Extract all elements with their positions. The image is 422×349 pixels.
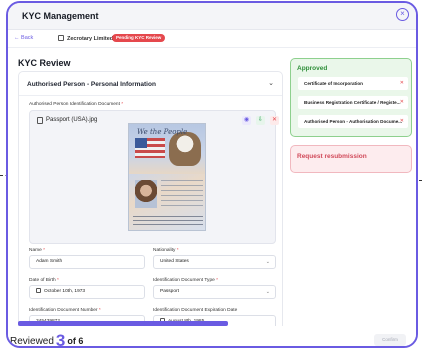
sub-bar: ← Back Zecrotary Limited Pending KYC Rev…: [8, 31, 416, 48]
reviewed-label: Reviewed: [10, 336, 54, 347]
passport-details: [161, 180, 203, 210]
id-type-select[interactable]: Passport ⌄: [153, 285, 276, 299]
dob-field[interactable]: October 10th, 1973: [29, 285, 145, 299]
delete-icon[interactable]: ✕: [270, 116, 279, 125]
close-icon[interactable]: ×: [396, 8, 409, 21]
top-bar: KYC Management ×: [8, 3, 416, 30]
passport-script: We the People: [137, 128, 188, 136]
download-icon[interactable]: ⇩: [256, 116, 265, 125]
resubmission-card[interactable]: Request resubmission: [290, 145, 412, 173]
section-header[interactable]: Authorised Person - Personal Information…: [19, 72, 282, 96]
reviewed-count: 3: [55, 331, 66, 348]
expiry-label: Identification Document Expiration Date: [153, 308, 238, 313]
company-label: Zecrotary Limited: [67, 36, 114, 42]
horizontal-scrollbar[interactable]: [18, 321, 228, 326]
approved-title: Approved: [297, 65, 328, 72]
progress-text: Reviewed 3 of 6: [10, 331, 84, 348]
back-label: Back: [21, 35, 34, 41]
dob-label: Date of Birth *: [29, 278, 59, 283]
id-type-value: Passport: [160, 289, 179, 294]
dob-value: October 10th, 1973: [44, 289, 86, 294]
section-card: Authorised Person - Personal Information…: [18, 71, 283, 326]
nationality-label: Nationality *: [153, 248, 179, 253]
window-title: KYC Management: [22, 11, 99, 21]
approved-item-label: Authorised Person - Authorisation Docume…: [304, 119, 403, 124]
chevron-down-icon: ⌄: [265, 289, 270, 295]
review-panel: Authorised Person - Personal Information…: [18, 71, 283, 326]
close-icon[interactable]: ✕: [400, 115, 404, 128]
file-name: Passport (USA).jpg: [46, 117, 98, 123]
footer: Reviewed 3 of 6 Confirm: [8, 328, 416, 348]
file-icon: [37, 117, 43, 124]
id-number-label: Identification Document Number *: [29, 308, 101, 313]
section-title: Authorised Person - Personal Information: [27, 81, 156, 88]
close-icon[interactable]: ✕: [400, 96, 404, 109]
close-icon[interactable]: ✕: [400, 77, 404, 90]
calendar-icon: [36, 288, 41, 293]
document-preview: Passport (USA).jpg ◉ ⇩ ✕ We the People: [29, 110, 279, 244]
name-field[interactable]: Adam Smith: [29, 255, 145, 269]
flag-graphic: [135, 138, 165, 158]
view-icon[interactable]: ◉: [242, 116, 251, 125]
id-type-label-text: Identification Document Type: [153, 278, 215, 283]
approved-card: Approved Certificate of Incorporation ✕ B…: [290, 58, 412, 137]
kyc-window: KYC Management × ← Back Zecrotary Limite…: [6, 1, 418, 348]
building-icon: [58, 35, 64, 41]
passport-mrz: [133, 216, 203, 226]
name-label: Name *: [29, 248, 46, 253]
approved-item-label: Business Registration Certificate / Regi…: [304, 100, 401, 105]
passport-image: We the People: [128, 123, 206, 231]
company-name: Zecrotary Limited: [58, 35, 113, 42]
page-title: KYC Review: [18, 58, 71, 68]
id-type-label: Identification Document Type *: [153, 278, 218, 283]
nationality-select[interactable]: United States ⌄: [153, 255, 276, 269]
doc-label-text: Authorised Person Identification Documen…: [29, 102, 120, 107]
back-link[interactable]: ← Back: [14, 35, 33, 41]
approved-item[interactable]: Certificate of Incorporation ✕: [298, 77, 408, 90]
resubmission-title: Request resubmission: [297, 153, 367, 160]
chevron-down-icon[interactable]: ⌄: [268, 79, 274, 87]
approved-item-label: Certificate of Incorporation: [304, 81, 363, 86]
total-label: of 6: [67, 336, 84, 346]
name-label-text: Name: [29, 248, 42, 253]
dob-label-text: Date of Birth: [29, 278, 56, 283]
doc-label: Authorised Person Identification Documen…: [29, 102, 124, 107]
id-number-label-text: Identification Document Number: [29, 308, 98, 313]
passport-photo: [135, 180, 157, 208]
approved-item[interactable]: Business Registration Certificate / Regi…: [298, 96, 408, 109]
approved-item[interactable]: Authorised Person - Authorisation Docume…: [298, 115, 408, 128]
chevron-down-icon: ⌄: [265, 259, 270, 265]
confirm-button[interactable]: Confirm: [374, 334, 406, 346]
nationality-label-text: Nationality: [153, 248, 176, 253]
nationality-value: United States: [160, 259, 189, 264]
status-badge: Pending KYC Review: [112, 34, 166, 42]
eagle-graphic: [169, 132, 201, 166]
